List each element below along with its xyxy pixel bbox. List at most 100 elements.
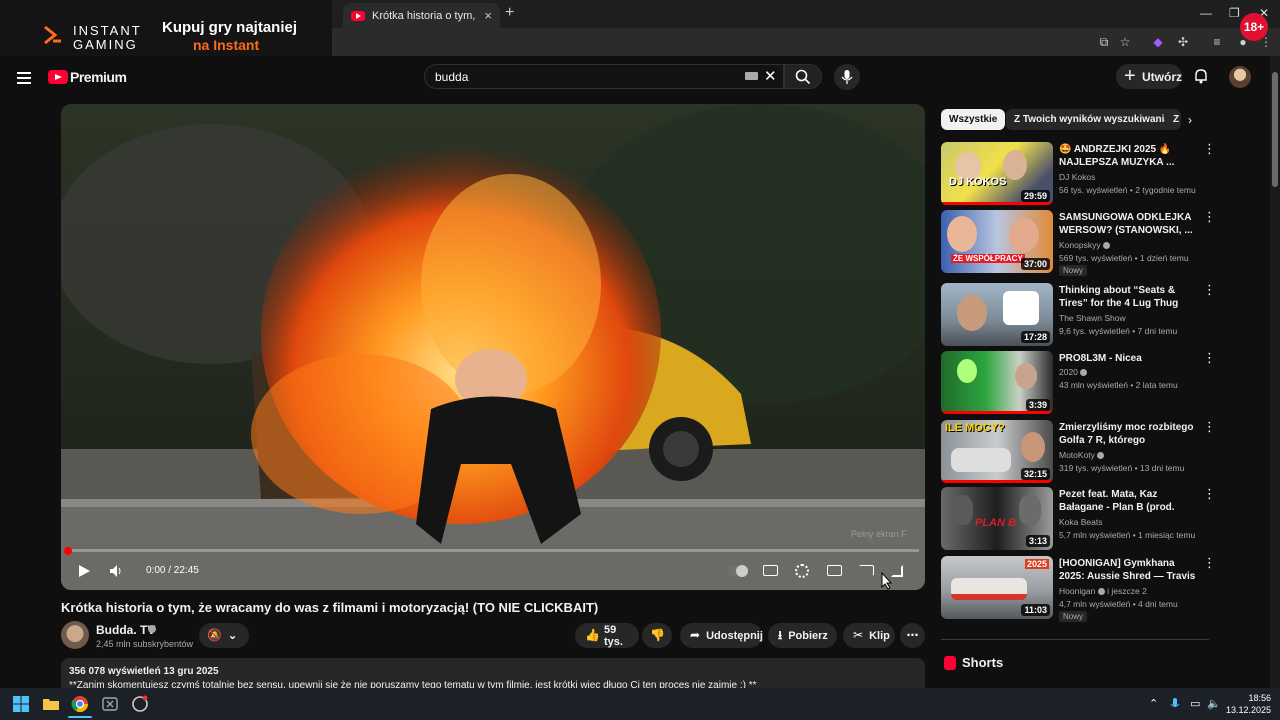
more-actions-button[interactable]: ⋯ <box>900 623 925 648</box>
create-button[interactable]: Utwórz <box>1116 64 1182 89</box>
time-display: 0:00 / 22:45 <box>146 565 199 576</box>
xbox-app-icon[interactable] <box>101 695 119 713</box>
speaker-icon[interactable]: 🔈 <box>1207 697 1221 710</box>
file-explorer-icon[interactable] <box>42 695 60 713</box>
channel-name[interactable]: The Shawn Show <box>1059 313 1126 323</box>
more-vertical-icon[interactable]: ⋮ <box>1203 210 1216 223</box>
menu-icon[interactable] <box>17 72 31 87</box>
video-thumbnail[interactable]: PLAN B 3:13 <box>941 487 1053 550</box>
video-title[interactable]: SAMSUNGOWA ODKLEJKA WERSOW? (STANOWSKI, … <box>1059 211 1197 237</box>
channel-name[interactable]: 2020 <box>1059 367 1088 377</box>
more-vertical-icon[interactable]: ⋮ <box>1203 351 1216 364</box>
channel-name[interactable]: Budda. TV <box>96 623 155 637</box>
more-vertical-icon[interactable]: ⋮ <box>1203 487 1216 500</box>
subtitles-icon[interactable] <box>763 563 781 579</box>
windows-start-icon[interactable] <box>12 695 30 713</box>
video-title[interactable]: Zmierzyliśmy moc rozbitego Golfa 7 R, kt… <box>1059 421 1197 448</box>
extension-icon[interactable]: ◆ <box>1150 34 1166 50</box>
network-icon[interactable]: ▭ <box>1190 697 1200 710</box>
minimize-icon[interactable]: — <box>1200 6 1212 20</box>
video-thumbnail[interactable]: 2025 11:03 <box>941 556 1053 619</box>
more-horizontal-icon: ⋯ <box>906 628 919 642</box>
app-icon[interactable] <box>131 695 149 713</box>
channel-name[interactable]: Konopskyy <box>1059 240 1110 250</box>
recommendation-item[interactable]: ŻE WSPÓŁPRACY 37:00 SAMSUNGOWA ODKLEJKA … <box>941 210 1216 276</box>
share-button[interactable]: ➦ Udostępnij <box>680 623 763 648</box>
chevron-down-icon: ⌄ <box>227 628 238 642</box>
channel-name[interactable]: MotoKoty <box>1059 450 1105 460</box>
tray-chevron-icon[interactable]: ⌃ <box>1149 697 1158 710</box>
play-icon[interactable] <box>77 564 91 578</box>
watch-progress-bar <box>941 411 1053 414</box>
more-vertical-icon[interactable]: ⋮ <box>1203 556 1216 569</box>
more-vertical-icon[interactable]: ⋮ <box>1203 283 1216 296</box>
recommendation-item[interactable]: 2025 11:03 [HOONIGAN] Gymkhana 2025: Aus… <box>941 556 1216 622</box>
clock-time: 18:56 <box>1248 693 1272 703</box>
progress-bar[interactable] <box>64 547 919 555</box>
more-vertical-icon[interactable]: ⋮ <box>1203 142 1216 155</box>
browser-tab[interactable]: Krótka historia o tym, że wraca × <box>343 3 500 28</box>
video-thumbnail[interactable]: ŻE WSPÓŁPRACY 37:00 <box>941 210 1053 273</box>
dislike-button[interactable]: 👎 <box>642 623 672 648</box>
volume-icon[interactable] <box>109 564 123 578</box>
logo-text[interactable]: Premium <box>70 69 127 85</box>
video-title[interactable]: Thinking about “Seats & Tires” for the 4… <box>1059 284 1197 310</box>
recommendation-item[interactable]: 3:39 PRO8L3M - Nicea 2020 43 mln wyświet… <box>941 351 1216 415</box>
autoplay-toggle-icon[interactable] <box>728 563 748 579</box>
video-title[interactable]: PRO8L3M - Nicea <box>1059 352 1197 365</box>
subscribed-bell-button[interactable]: 🔕 ⌄ <box>199 623 249 648</box>
recommendation-item[interactable]: 17:28 Thinking about “Seats & Tires” for… <box>941 283 1216 347</box>
install-app-icon[interactable]: ⧉ <box>1096 34 1112 50</box>
recommendation-item[interactable]: DJ KOKOS 29:59 🤩 ANDRZEJKI 2025 🔥 NAJLEP… <box>941 142 1216 206</box>
chip-all[interactable]: Wszystkie <box>941 109 1006 130</box>
channel-name[interactable]: Koka Beats <box>1059 517 1102 527</box>
clear-search-icon[interactable]: ✕ <box>764 67 777 85</box>
channel-avatar[interactable] <box>61 621 89 649</box>
chip-more[interactable]: Z <box>1165 109 1181 130</box>
video-title[interactable]: Pezet feat. Mata, Kaz Bałagane - Plan B … <box>1059 488 1197 515</box>
tab-close-icon[interactable]: × <box>484 8 492 23</box>
avatar[interactable] <box>1229 66 1251 88</box>
clip-button[interactable]: ✂ Klip <box>843 623 895 648</box>
watch-progress-bar <box>941 480 1053 483</box>
channel-name[interactable]: DJ Kokos <box>1059 172 1095 182</box>
chevron-right-icon[interactable]: › <box>1188 113 1192 127</box>
video-thumbnail[interactable]: DJ KOKOS 29:59 <box>941 142 1053 205</box>
keyboard-icon[interactable] <box>745 72 758 80</box>
more-vertical-icon[interactable]: ⋮ <box>1203 420 1216 433</box>
like-button[interactable]: 👍 59 tys. <box>575 623 639 648</box>
progress-scrubber[interactable] <box>64 547 72 555</box>
reading-list-icon[interactable]: ≡ <box>1209 34 1225 50</box>
voice-search-button[interactable] <box>834 64 860 90</box>
miniplayer-icon[interactable] <box>827 563 845 579</box>
bookmark-star-icon[interactable]: ☆ <box>1117 34 1133 50</box>
search-input[interactable]: budda <box>424 64 784 89</box>
new-badge: Nowy <box>1059 611 1088 622</box>
system-clock[interactable]: 18:56 13.12.2025 <box>1226 692 1271 716</box>
clock-date: 13.12.2025 <box>1226 705 1272 715</box>
fullscreen-icon[interactable] <box>891 563 909 579</box>
chip-from-search[interactable]: Z Twoich wyników wyszukiwania <box>1006 109 1178 130</box>
video-thumbnail[interactable]: ILE MOCY? 32:15 <box>941 420 1053 483</box>
fullscreen-tooltip: Pełny ekran F <box>851 529 907 539</box>
search-button[interactable] <box>784 64 822 89</box>
restore-icon[interactable]: ❐ <box>1229 6 1240 20</box>
scrollbar-thumb[interactable] <box>1272 72 1278 187</box>
recommendation-item[interactable]: PLAN B 3:13 Pezet feat. Mata, Kaz Bałaga… <box>941 487 1216 551</box>
video-thumbnail[interactable]: 3:39 <box>941 351 1053 414</box>
new-tab-button[interactable]: + <box>505 4 514 22</box>
channel-name[interactable]: Hoonigan i jeszcze 2 <box>1059 586 1147 596</box>
tray-mic-icon[interactable] <box>1170 697 1180 711</box>
download-button[interactable]: ⭳ Pobierz <box>768 623 837 648</box>
video-title[interactable]: 🤩 ANDRZEJKI 2025 🔥 NAJLEPSZA MUZYKA ... <box>1059 143 1197 169</box>
bell-icon[interactable] <box>1193 68 1209 84</box>
recommendation-item[interactable]: ILE MOCY? 32:15 Zmierzyliśmy moc rozbite… <box>941 420 1216 484</box>
youtube-logo-icon[interactable] <box>48 70 68 84</box>
extensions-puzzle-icon[interactable]: ✣ <box>1175 34 1191 50</box>
video-player[interactable]: Pełny ekran F 0:00 / 22:45 <box>61 104 925 590</box>
chrome-icon[interactable] <box>71 695 89 713</box>
cast-icon[interactable] <box>859 563 877 579</box>
settings-gear-icon[interactable] <box>795 563 813 579</box>
video-thumbnail[interactable]: 17:28 <box>941 283 1053 346</box>
video-title[interactable]: [HOONIGAN] Gymkhana 2025: Aussie Shred —… <box>1059 557 1197 584</box>
